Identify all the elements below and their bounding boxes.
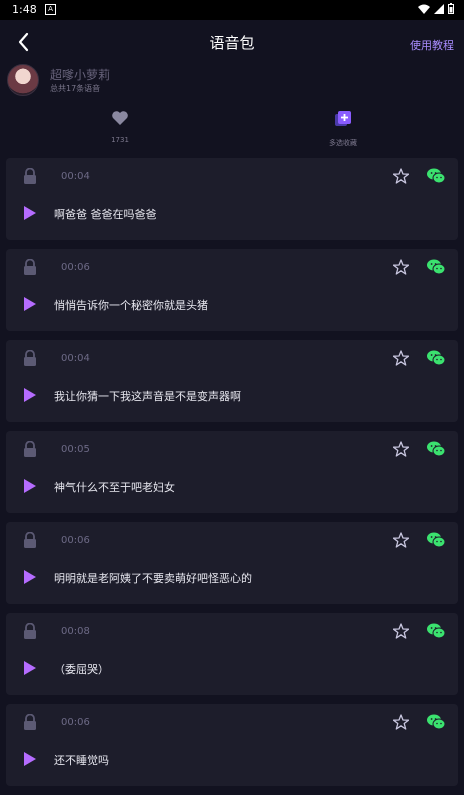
voice-duration: 00:06: [61, 717, 90, 728]
heart-icon: [112, 111, 128, 125]
voice-text: 悄悄告诉你一个秘密你就是头猪: [54, 299, 208, 312]
voice-card[interactable]: 00:04 我让你猜一下我这声音是不是变声器啊: [6, 340, 458, 422]
play-icon[interactable]: [23, 205, 37, 221]
voice-text: 我让你猜一下我这声音是不是变声器啊: [54, 390, 241, 403]
lock-icon: [24, 532, 36, 548]
wechat-share-icon[interactable]: [427, 168, 445, 184]
app-bar: 语音包 使用教程: [0, 20, 464, 60]
voice-duration: 00:06: [61, 535, 90, 546]
page-title: 语音包: [209, 34, 255, 52]
system-icons: [418, 3, 454, 14]
lock-icon: [24, 714, 36, 730]
favorite-star-icon[interactable]: [393, 532, 409, 548]
voice-duration: 00:05: [61, 444, 90, 455]
wifi-icon: [418, 4, 430, 14]
lock-icon: [24, 441, 36, 457]
avatar: [7, 64, 39, 96]
favorite-star-icon[interactable]: [393, 441, 409, 457]
wechat-share-icon[interactable]: [427, 532, 445, 548]
signal-icon: [434, 3, 444, 14]
status-bar: 1:48 A: [0, 0, 464, 20]
battery-icon: [448, 3, 454, 14]
like-count: 1731: [111, 136, 129, 144]
voice-text: 明明就是老阿姨了不要卖萌好吧怪恶心的: [54, 572, 252, 585]
wechat-share-icon[interactable]: [427, 441, 445, 457]
play-icon[interactable]: [23, 478, 37, 494]
pack-profile: 超嗲小萝莉 总共17条语音: [0, 60, 464, 108]
pack-name: 超嗲小萝莉: [50, 68, 111, 82]
voice-text: 还不睡觉吗: [54, 754, 109, 767]
favorite-star-icon[interactable]: [393, 259, 409, 275]
multi-select-button[interactable]: 多选收藏: [303, 110, 383, 148]
voice-card[interactable]: 00:06 明明就是老阿姨了不要卖萌好吧怪恶心的: [6, 522, 458, 604]
play-icon[interactable]: [23, 387, 37, 403]
voice-card[interactable]: 00:05 神气什么不至于吧老妇女: [6, 431, 458, 513]
voice-text: （委屈哭）: [54, 663, 109, 676]
notification-icon: A: [45, 4, 56, 15]
play-icon[interactable]: [23, 660, 37, 676]
multi-select-label: 多选收藏: [329, 139, 357, 147]
voice-duration: 00:04: [61, 171, 90, 182]
voice-text: 啊爸爸 爸爸在吗爸爸: [54, 208, 157, 221]
voice-count: 总共17条语音: [50, 84, 101, 93]
play-icon[interactable]: [23, 751, 37, 767]
voice-card[interactable]: 00:06 还不睡觉吗: [6, 704, 458, 786]
wechat-share-icon[interactable]: [427, 714, 445, 730]
like-button[interactable]: 1731: [80, 110, 160, 144]
voice-card[interactable]: 00:06 悄悄告诉你一个秘密你就是头猪: [6, 249, 458, 331]
favorite-star-icon[interactable]: [393, 350, 409, 366]
voice-duration: 00:04: [61, 353, 90, 364]
wechat-share-icon[interactable]: [427, 350, 445, 366]
lock-icon: [24, 168, 36, 184]
voice-duration: 00:06: [61, 262, 90, 273]
wechat-share-icon[interactable]: [427, 259, 445, 275]
tutorial-link[interactable]: 使用教程: [410, 37, 454, 53]
voice-card[interactable]: 00:04 啊爸爸 爸爸在吗爸爸: [6, 158, 458, 240]
voice-list: 00:04 啊爸爸 爸爸在吗爸爸 00:06 悄悄告诉你一个秘密你就是头猪 00…: [6, 158, 458, 795]
lock-icon: [24, 623, 36, 639]
multi-select-icon: [335, 111, 351, 126]
favorite-star-icon[interactable]: [393, 623, 409, 639]
lock-icon: [24, 350, 36, 366]
action-row: 1731 多选收藏: [0, 110, 464, 156]
voice-text: 神气什么不至于吧老妇女: [54, 481, 175, 494]
voice-duration: 00:08: [61, 626, 90, 637]
favorite-star-icon[interactable]: [393, 168, 409, 184]
lock-icon: [24, 259, 36, 275]
play-icon[interactable]: [23, 569, 37, 585]
status-time: 1:48: [12, 3, 37, 16]
voice-card[interactable]: 00:08 （委屈哭）: [6, 613, 458, 695]
play-icon[interactable]: [23, 296, 37, 312]
wechat-share-icon[interactable]: [427, 623, 445, 639]
favorite-star-icon[interactable]: [393, 714, 409, 730]
